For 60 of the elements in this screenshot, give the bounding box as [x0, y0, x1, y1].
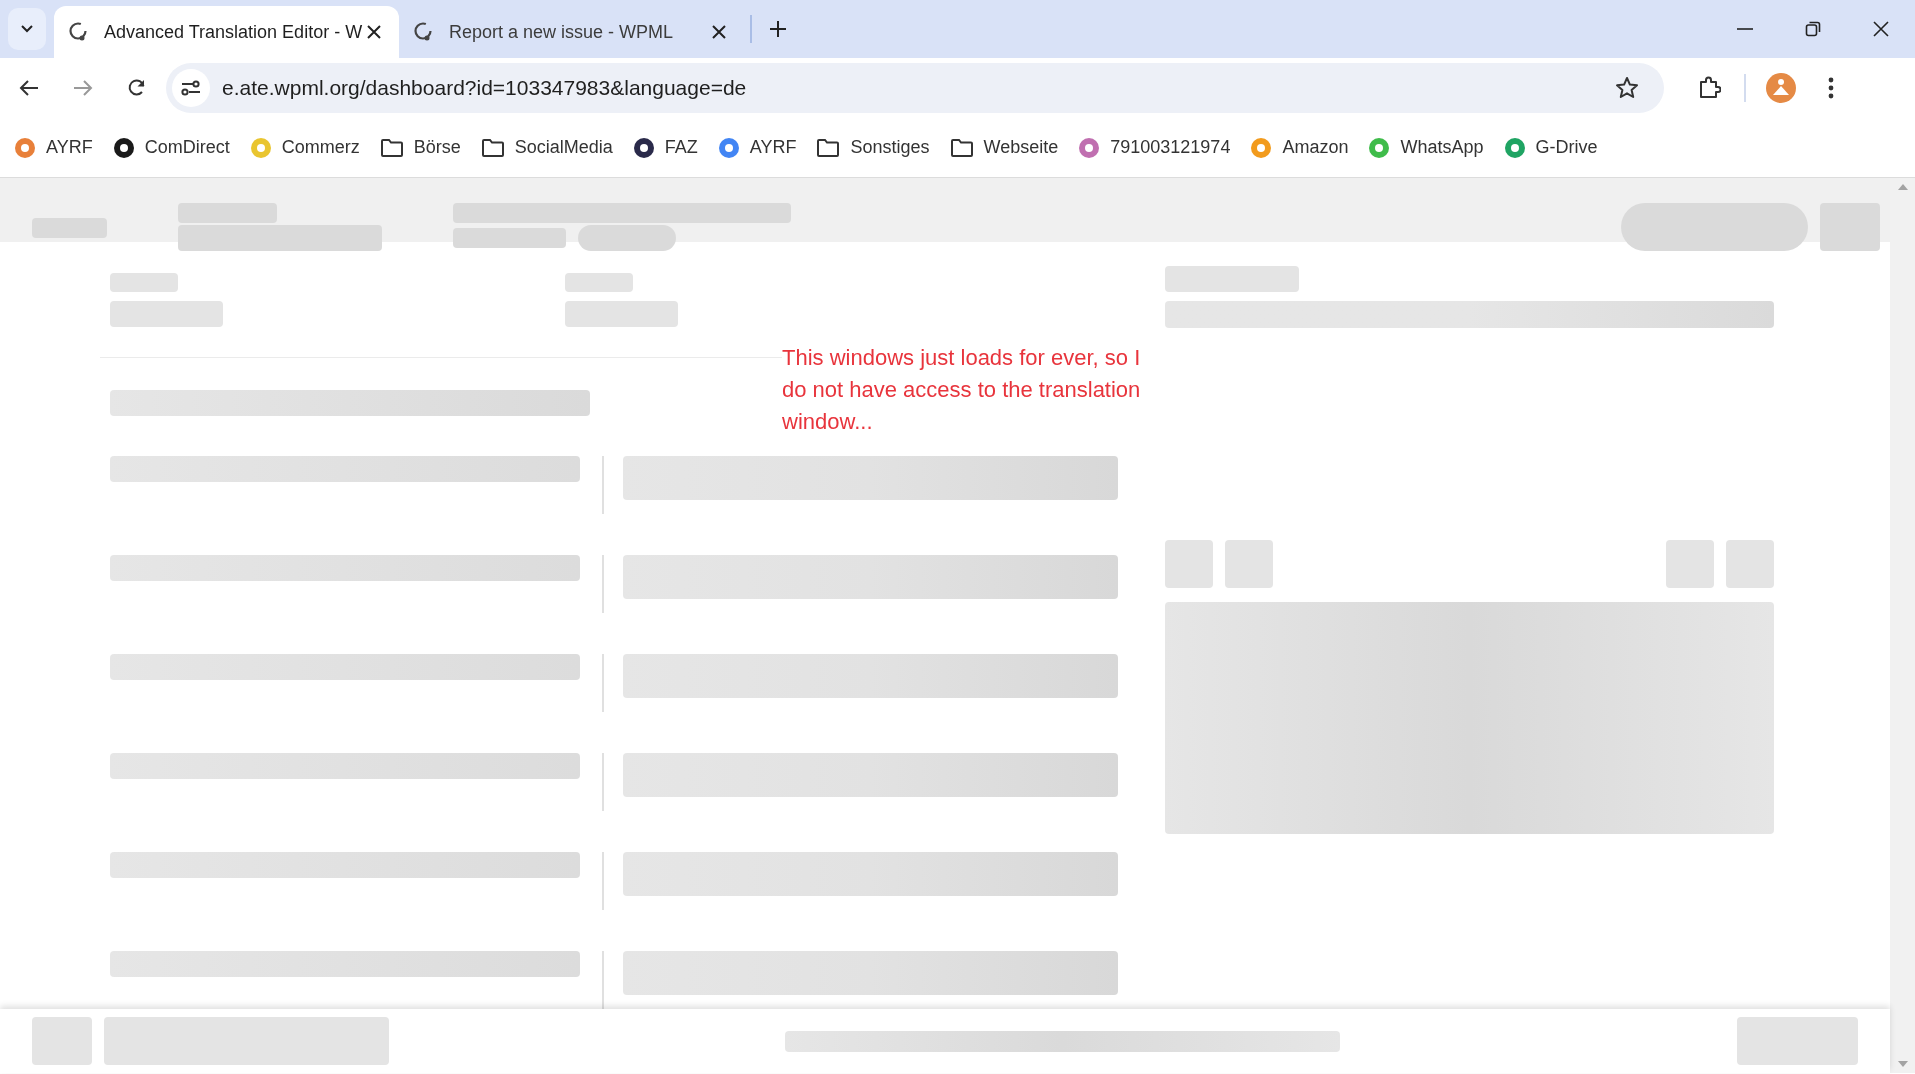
folder-icon — [379, 137, 404, 158]
skeleton-placeholder — [565, 273, 633, 293]
bookmark-item[interactable]: Commerz — [247, 129, 370, 166]
tab-title: Report a new issue - WPML — [449, 20, 675, 44]
annotation-text: This windows just loads for ever, so I — [782, 344, 1141, 373]
restore-icon — [1805, 21, 1821, 37]
bookmark-item[interactable]: AYRF — [12, 129, 103, 166]
tab-title: Advanced Translation Editor - W — [104, 20, 363, 44]
skeleton-placeholder — [32, 1017, 92, 1066]
site-favicon-icon — [1368, 136, 1391, 159]
forward-arrow-icon — [73, 79, 93, 97]
close-icon — [367, 25, 381, 39]
site-favicon-icon — [249, 136, 272, 159]
more-vertical-icon — [1828, 77, 1834, 99]
bookmark-item[interactable]: 791003121974 — [1076, 129, 1241, 166]
chevron-down-icon — [20, 24, 34, 34]
skeleton-placeholder — [1165, 540, 1213, 589]
puzzle-icon — [1697, 76, 1721, 100]
bookmark-item[interactable]: ComDirect — [110, 129, 240, 166]
bookmark-item[interactable]: AYRF — [715, 129, 807, 166]
close-icon — [1873, 21, 1889, 37]
skeleton-placeholder — [1820, 203, 1880, 251]
bookmark-item[interactable]: Börse — [377, 129, 471, 166]
profile-button[interactable] — [1764, 71, 1798, 105]
folder-icon — [949, 137, 974, 158]
bookmark-item[interactable]: FAZ — [630, 129, 708, 166]
site-favicon-icon — [112, 136, 135, 159]
site-favicon-icon — [717, 136, 740, 159]
plus-icon — [769, 20, 787, 38]
annotation-text: do not have access to the translation — [782, 376, 1141, 405]
folder-icon — [480, 137, 505, 158]
back-arrow-icon — [19, 79, 39, 97]
site-favicon-icon — [1078, 136, 1101, 159]
skeleton-placeholder — [1225, 540, 1273, 589]
skeleton-placeholder — [1666, 540, 1714, 589]
site-favicon-icon — [1503, 136, 1526, 159]
reload-icon — [127, 78, 147, 98]
url-text: e.ate.wpml.org/dashboard?id=103347983&language=de — [222, 75, 747, 102]
star-icon — [1615, 76, 1639, 100]
bookmark-item[interactable]: WhatsApp — [1366, 129, 1494, 166]
bookmark-item[interactable]: Amazon — [1248, 129, 1359, 166]
address-bar[interactable]: e.ate.wpml.org/dashboard?id=103347983&language=de — [166, 63, 1664, 113]
bookmark-item[interactable]: Sonstiges — [814, 129, 940, 166]
skeleton-placeholder — [110, 273, 178, 293]
site-favicon-icon — [14, 136, 36, 159]
close-icon — [712, 25, 726, 39]
site-info-button[interactable] — [172, 69, 210, 107]
bookmark-item[interactable]: G-Drive — [1501, 129, 1608, 166]
avatar-icon — [1766, 73, 1796, 103]
browser-tab[interactable]: Report a new issue - WPML — [399, 6, 744, 58]
minimize-icon — [1737, 28, 1753, 30]
bookmark-item[interactable]: SocialMedia — [478, 129, 623, 166]
site-favicon-icon — [1250, 136, 1273, 159]
browser-tab[interactable]: Advanced Translation Editor - W — [54, 6, 399, 58]
bookmark-item[interactable]: Webseite — [947, 129, 1069, 166]
folder-icon — [816, 137, 841, 158]
tune-icon — [181, 80, 201, 96]
annotation-text: window... — [782, 408, 874, 437]
site-favicon-icon — [632, 136, 655, 159]
skeleton-placeholder — [1726, 540, 1774, 589]
